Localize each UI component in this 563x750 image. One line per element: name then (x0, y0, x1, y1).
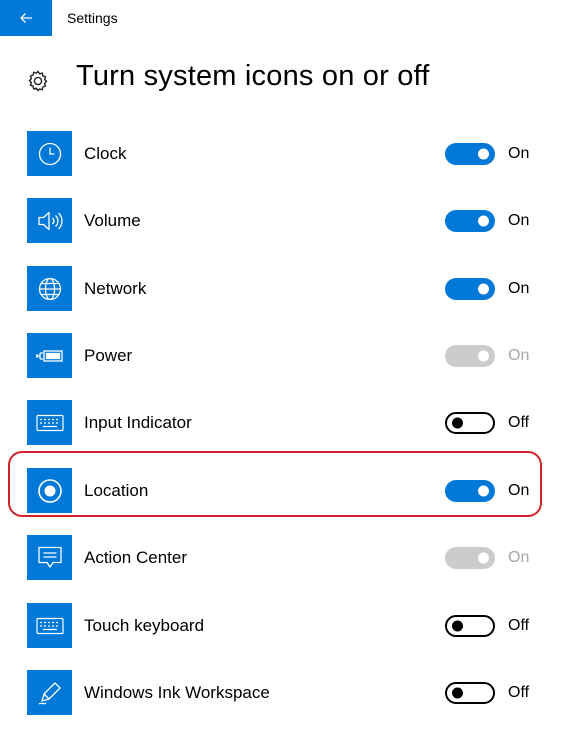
touch-keyboard-toggle[interactable] (445, 615, 495, 637)
action-center-toggle[interactable] (445, 547, 495, 569)
toggle-knob (452, 620, 463, 632)
item-label: Windows Ink Workspace (84, 683, 270, 702)
list-item-input-indicator: Input Indicator Off (0, 400, 563, 460)
back-button[interactable] (0, 0, 52, 36)
list-item-network: Network On (0, 266, 563, 326)
volume-tile (27, 198, 72, 243)
toggle-state: On (508, 212, 530, 229)
keyboard-icon (35, 617, 64, 634)
action-center-icon (37, 546, 62, 568)
network-toggle[interactable] (445, 278, 495, 300)
toggle-state: On (508, 347, 530, 364)
toggle-knob (478, 148, 489, 160)
item-label: Location (84, 481, 149, 500)
toggle-knob (478, 552, 489, 564)
location-tile (27, 468, 72, 513)
volume-toggle[interactable] (445, 210, 495, 232)
toggle-state: On (508, 549, 530, 566)
toggle-state: On (508, 482, 530, 499)
item-label: Clock (84, 144, 127, 163)
windows-ink-toggle[interactable] (445, 682, 495, 704)
list-item-action-center: Action Center On (0, 535, 563, 595)
list-item-location: Location On (0, 468, 563, 528)
windows-ink-tile (27, 670, 72, 715)
list-item-clock: Clock On (0, 131, 563, 191)
item-label: Network (84, 279, 147, 298)
toggle-state: Off (508, 617, 530, 634)
toggle-knob (478, 350, 489, 362)
list-item-power: Power On (0, 333, 563, 393)
title-bar: Settings (0, 0, 563, 36)
clock-icon (38, 142, 61, 165)
toggle-knob (452, 417, 463, 429)
action-center-tile (27, 535, 72, 580)
toggle-knob (478, 283, 489, 295)
gear-icon (28, 70, 48, 92)
item-label: Input Indicator (84, 413, 192, 432)
touch-keyboard-tile (27, 603, 72, 648)
toggle-knob (478, 215, 489, 227)
toggle-state: Off (508, 414, 530, 431)
clock-toggle[interactable] (445, 143, 495, 165)
globe-icon (38, 277, 61, 300)
network-tile (27, 266, 72, 311)
list-item-windows-ink-workspace: Windows Ink Workspace Off (0, 670, 563, 730)
toggle-knob (478, 485, 489, 497)
clock-tile (27, 131, 72, 176)
toggle-knob (452, 687, 463, 699)
toggle-state: On (508, 145, 530, 162)
list-item-volume: Volume On (0, 198, 563, 258)
keyboard-icon (35, 414, 64, 431)
location-toggle[interactable] (445, 480, 495, 502)
app-title: Settings (67, 10, 118, 26)
page-title: Turn system icons on or off (76, 60, 430, 92)
input-indicator-tile (27, 400, 72, 445)
item-label: Volume (84, 211, 141, 230)
location-icon (37, 478, 62, 503)
arrow-left-icon (20, 13, 32, 23)
item-label: Touch keyboard (84, 616, 205, 635)
item-label: Action Center (84, 548, 187, 567)
pen-icon (38, 681, 61, 705)
toggle-state: Off (508, 684, 530, 701)
item-label: Power (84, 346, 133, 365)
power-tile (27, 333, 72, 378)
volume-icon (37, 211, 63, 230)
toggle-state: On (508, 280, 530, 297)
power-toggle[interactable] (445, 345, 495, 367)
input-indicator-toggle[interactable] (445, 412, 495, 434)
list-item-touch-keyboard: Touch keyboard Off (0, 603, 563, 663)
power-icon (35, 349, 63, 362)
